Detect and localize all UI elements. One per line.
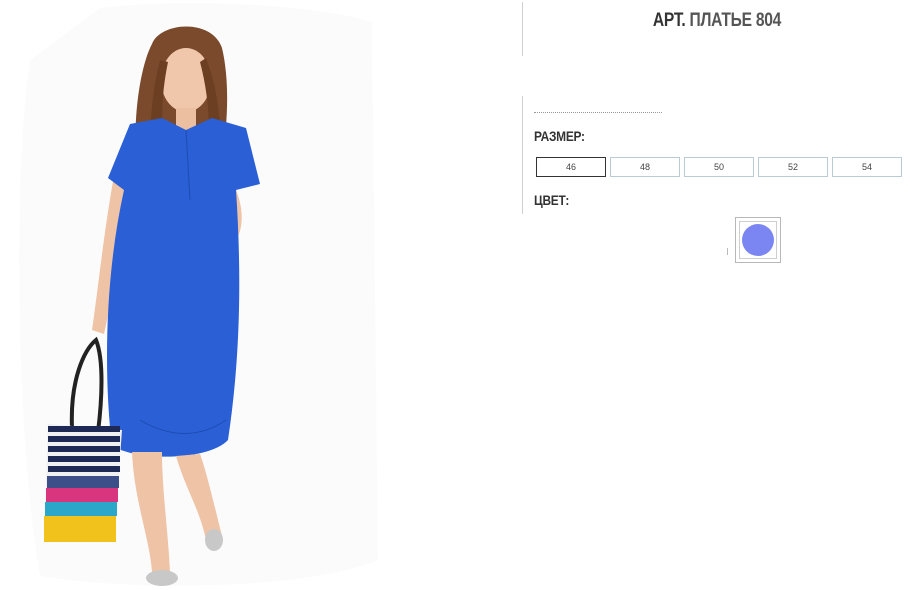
color-swatch-blue[interactable] [735, 217, 781, 263]
divider-tick [727, 248, 728, 255]
size-label: РАЗМЕР: [534, 128, 585, 144]
color-label: ЦВЕТ: [534, 192, 570, 208]
size-option-48[interactable]: 48 [610, 157, 680, 177]
product-title: АРТ. ПЛАТЬЕ 804 [564, 10, 871, 32]
title-code: ПЛАТЬЕ 804 [689, 10, 782, 31]
product-photo [0, 0, 380, 590]
swatch-frame [739, 221, 777, 259]
size-option-52[interactable]: 52 [758, 157, 828, 177]
size-selector: 46 48 50 52 54 [536, 157, 902, 177]
size-option-54[interactable]: 54 [832, 157, 902, 177]
swatch-color-dot [742, 224, 774, 256]
title-prefix: АРТ. [652, 10, 686, 31]
size-option-46[interactable]: 46 [536, 157, 606, 177]
title-divider [522, 2, 523, 56]
options-divider [522, 96, 523, 214]
dotted-separator [534, 112, 662, 113]
size-option-50[interactable]: 50 [684, 157, 754, 177]
